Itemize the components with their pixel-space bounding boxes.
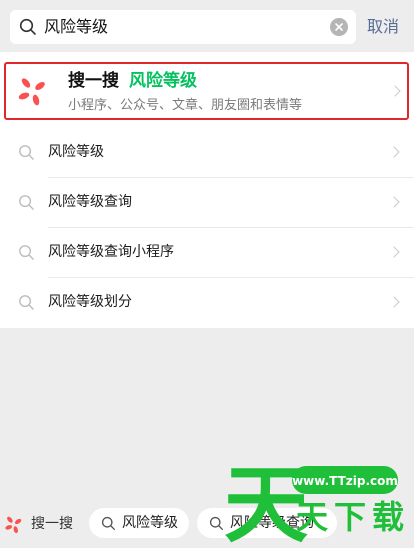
search-icon: [101, 516, 116, 535]
cancel-button[interactable]: 取消: [367, 16, 399, 38]
chevron-right-icon: [389, 85, 401, 97]
souyisou-logo-icon: [16, 75, 50, 113]
search-icon: [18, 144, 35, 165]
suggestion-item[interactable]: 风险等级划分: [0, 278, 414, 328]
suggestion-label: 风险等级查询小程序: [48, 244, 174, 260]
chevron-right-icon: [388, 146, 400, 158]
souyisou-logo-icon: [4, 515, 24, 539]
search-icon: [19, 18, 37, 40]
chevron-right-icon: [388, 296, 400, 308]
chevron-right-icon: [388, 246, 400, 258]
chevron-right-icon: [388, 196, 400, 208]
search-icon: [18, 194, 35, 215]
search-bar: 风险等级 取消: [0, 0, 414, 52]
souyisou-brand: 搜一搜: [68, 71, 119, 91]
suggestion-list: 搜一搜 风险等级 小程序、公众号、文章、朋友圈和表情等 风险等级 风险等级查询 风…: [0, 52, 414, 328]
search-query-text: 风险等级: [44, 17, 109, 36]
search-icon: [18, 244, 35, 265]
suggestion-item[interactable]: 风险等级查询小程序: [0, 228, 414, 278]
search-icon: [18, 294, 35, 315]
site-watermark: 天 www.TTzip.com 天下载: [222, 456, 412, 548]
search-input[interactable]: 风险等级: [10, 10, 356, 44]
watermark-url: www.TTzip.com: [292, 474, 398, 488]
souyisou-label[interactable]: 搜一搜: [31, 514, 73, 534]
souyisou-title: 搜一搜 风险等级: [68, 70, 197, 92]
suggestion-item[interactable]: 风险等级: [0, 128, 414, 178]
suggestion-label: 风险等级: [48, 144, 104, 160]
suggestion-item[interactable]: 风险等级查询: [0, 178, 414, 228]
quick-search-chip[interactable]: 风险等级: [89, 508, 189, 538]
suggestion-label: 风险等级查询: [48, 194, 132, 210]
clear-icon[interactable]: [330, 18, 348, 36]
chip-label: 风险等级: [122, 515, 178, 531]
souyisou-result[interactable]: 搜一搜 风险等级 小程序、公众号、文章、朋友圈和表情等: [4, 62, 409, 120]
souyisou-subtitle: 小程序、公众号、文章、朋友圈和表情等: [68, 98, 303, 113]
watermark-text: 天下载: [296, 498, 410, 536]
souyisou-keyword: 风险等级: [129, 71, 197, 91]
suggestion-label: 风险等级划分: [48, 294, 132, 310]
